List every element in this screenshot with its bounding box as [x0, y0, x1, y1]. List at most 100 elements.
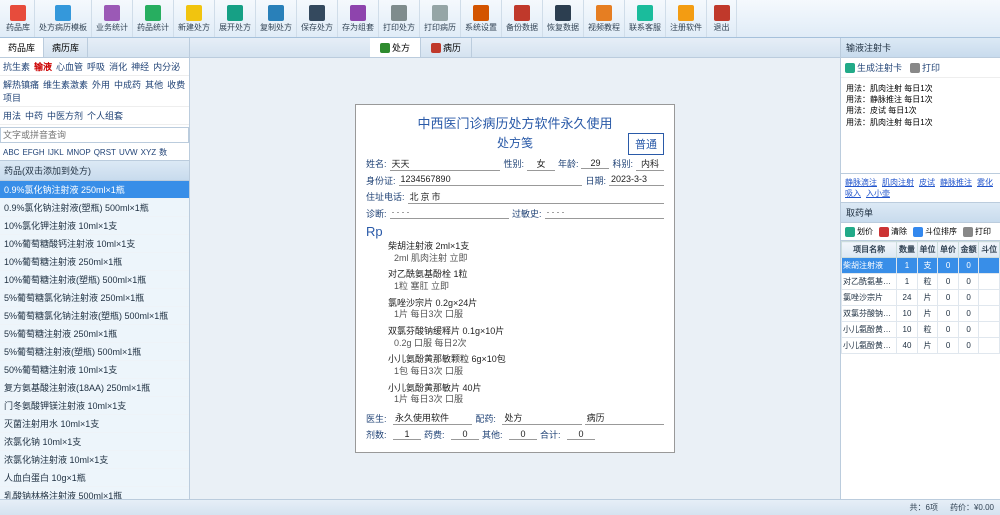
toolbar-视频教程[interactable]: 视频教程 — [584, 0, 625, 37]
link-皮试[interactable]: 皮试 — [919, 178, 935, 187]
toolbar-存为组套[interactable]: 存为组套 — [338, 0, 379, 37]
med-btn-斗位排序[interactable]: 斗位排序 — [913, 226, 957, 237]
cat-内分泌[interactable]: 内分泌 — [153, 62, 180, 72]
toolbar-业务统计[interactable]: 业务统计 — [92, 0, 133, 37]
other-value[interactable]: 0 — [509, 429, 537, 440]
center-tab-处方[interactable]: 处方 — [370, 38, 421, 57]
center-tab-病历[interactable]: 病历 — [421, 38, 472, 57]
diag-value[interactable]: ···· — [390, 207, 509, 219]
cat-呼吸[interactable]: 呼吸 — [87, 62, 105, 72]
drug-item[interactable]: 0.9%氯化钠注射液(塑瓶) 500ml×1瓶 — [0, 199, 189, 217]
link-肌肉注射[interactable]: 肌肉注射 — [882, 178, 914, 187]
toolbar-药品库[interactable]: 药品库 — [2, 0, 35, 37]
drug-item[interactable]: 浓氯化钠注射液 10ml×1支 — [0, 451, 189, 469]
allergy-value[interactable]: ···· — [545, 207, 664, 219]
toolbar-打印病历[interactable]: 打印病历 — [420, 0, 461, 37]
cat-神经[interactable]: 神经 — [131, 62, 149, 72]
toolbar-备份数据[interactable]: 备份数据 — [502, 0, 543, 37]
med-col-项目名称[interactable]: 项目名称 — [842, 242, 897, 258]
drug-item[interactable]: 人血白蛋白 10g×1瓶 — [0, 469, 189, 487]
cat-消化[interactable]: 消化 — [109, 62, 127, 72]
inject-btn-生成注射卡[interactable]: 生成注射卡 — [845, 61, 902, 74]
cat-用法[interactable]: 用法 — [3, 111, 21, 121]
cat-维生素激素[interactable]: 维生素激素 — [43, 80, 88, 90]
med-row[interactable]: 小儿氨酚黄…40片00 — [842, 338, 1000, 354]
toolbar-联系客服[interactable]: 联系客服 — [625, 0, 666, 37]
age-value[interactable]: 29 — [581, 158, 609, 169]
rx-drug-name[interactable]: 柴胡注射液 2ml×1支 — [388, 241, 664, 253]
rx-drug-name[interactable]: 小儿氨酚黄那敏片 40片 — [388, 383, 664, 395]
toolbar-新建处方[interactable]: 新建处方 — [174, 0, 215, 37]
toolbar-保存处方[interactable]: 保存处方 — [297, 0, 338, 37]
name-value[interactable]: 天天 — [390, 157, 501, 171]
drug-search-input[interactable] — [0, 127, 189, 143]
toolbar-展开处方[interactable]: 展开处方 — [215, 0, 256, 37]
med-row[interactable]: 柴胡注射液1支00 — [842, 258, 1000, 274]
cat-中医方剂[interactable]: 中医方剂 — [47, 111, 83, 121]
drug-item[interactable]: 复方氨基酸注射液(18AA) 250ml×1瓶 — [0, 379, 189, 397]
alpha-QRST[interactable]: QRST — [94, 148, 116, 157]
med-col-斗位[interactable]: 斗位 — [979, 242, 1000, 258]
total-value[interactable]: 0 — [567, 429, 595, 440]
date-value[interactable]: 2023-3-3 — [609, 174, 664, 186]
disp-value[interactable]: 处方 — [502, 411, 581, 425]
med-row[interactable]: 双氯芬酸钠…10片00 — [842, 306, 1000, 322]
link-静脉滴注[interactable]: 静脉滴注 — [845, 178, 877, 187]
drug-item[interactable]: 5%葡萄糖氯化钠注射液 250ml×1瓶 — [0, 289, 189, 307]
alpha-EFGH[interactable]: EFGH — [22, 148, 44, 157]
link-入小壶[interactable]: 入小壶 — [866, 189, 890, 198]
drug-item[interactable]: 10%葡萄糖注射液 250ml×1瓶 — [0, 253, 189, 271]
med-row[interactable]: 氯唑沙宗片24片00 — [842, 290, 1000, 306]
cat-心血管[interactable]: 心血管 — [56, 62, 83, 72]
rx-drug-name[interactable]: 小儿氨酚黄那敏颗粒 6g×10包 — [388, 354, 664, 366]
drug-item[interactable]: 10%葡萄糖酸钙注射液 10ml×1支 — [0, 235, 189, 253]
cat-中成药[interactable]: 中成药 — [114, 80, 141, 90]
med-col-金额[interactable]: 金额 — [958, 242, 979, 258]
med-row[interactable]: 对乙酰氨基…1粒00 — [842, 274, 1000, 290]
toolbar-打印处方[interactable]: 打印处方 — [379, 0, 420, 37]
inject-btn-打印[interactable]: 打印 — [910, 61, 940, 74]
drug-item[interactable]: 5%葡萄糖注射液(塑瓶) 500ml×1瓶 — [0, 343, 189, 361]
toolbar-复制处方[interactable]: 复制处方 — [256, 0, 297, 37]
drug-item[interactable]: 10%葡萄糖注射液(塑瓶) 500ml×1瓶 — [0, 271, 189, 289]
med-col-单价[interactable]: 单价 — [938, 242, 959, 258]
toolbar-恢复数据[interactable]: 恢复数据 — [543, 0, 584, 37]
drug-item[interactable]: 5%葡萄糖氯化钠注射液(塑瓶) 500ml×1瓶 — [0, 307, 189, 325]
med-btn-清除[interactable]: 清除 — [879, 226, 907, 237]
link-静脉推注[interactable]: 静脉推注 — [940, 178, 972, 187]
cat-抗生素[interactable]: 抗生素 — [3, 62, 30, 72]
alpha-UVW[interactable]: UVW — [119, 148, 138, 157]
cat-中药[interactable]: 中药 — [25, 111, 43, 121]
left-tab-病历库[interactable]: 病历库 — [44, 38, 88, 57]
rx-drug-name[interactable]: 双氯芬酸钠缓释片 0.1g×10片 — [388, 326, 664, 338]
rx-drug-name[interactable]: 对乙酰氨基酚栓 1粒 — [388, 269, 664, 281]
med-col-单位[interactable]: 单位 — [917, 242, 938, 258]
cat-输液[interactable]: 输液 — [34, 62, 52, 72]
drug-item[interactable]: 灭菌注射用水 10ml×1支 — [0, 415, 189, 433]
drug-item[interactable]: 门冬氨酸钾镁注射液 10ml×1支 — [0, 397, 189, 415]
drug-item[interactable]: 乳酸钠林格注射液 500ml×1瓶 — [0, 487, 189, 499]
med-row[interactable]: 小儿氨酚黄…10粒00 — [842, 322, 1000, 338]
sex-value[interactable]: 女 — [527, 157, 555, 171]
dept-value[interactable]: 内科 — [636, 157, 664, 171]
toolbar-退出[interactable]: 退出 — [707, 0, 737, 37]
id-value[interactable]: 1234567890 — [399, 174, 583, 186]
left-tab-药品库[interactable]: 药品库 — [0, 38, 44, 57]
alpha-XYZ[interactable]: XYZ — [141, 148, 157, 157]
cat-个人组套[interactable]: 个人组套 — [87, 111, 123, 121]
med-btn-划价[interactable]: 划价 — [845, 226, 873, 237]
drug-item[interactable]: 10%氯化钾注射液 10ml×1支 — [0, 217, 189, 235]
cat-外用[interactable]: 外用 — [92, 80, 110, 90]
toolbar-系统设置[interactable]: 系统设置 — [461, 0, 502, 37]
drug-item[interactable]: 浓氯化钠 10ml×1支 — [0, 433, 189, 451]
dose-value[interactable]: 1 — [393, 429, 421, 440]
alpha-MNOP[interactable]: MNOP — [67, 148, 91, 157]
doctor-value[interactable]: 永久使用软件 — [393, 411, 472, 425]
toolbar-处方病历模板[interactable]: 处方病历模板 — [35, 0, 92, 37]
cost-value[interactable]: 0 — [451, 429, 479, 440]
cat-其他[interactable]: 其他 — [145, 80, 163, 90]
toolbar-药品统计[interactable]: 药品统计 — [133, 0, 174, 37]
phone-value[interactable]: 北京市 — [408, 190, 664, 204]
rx-drug-name[interactable]: 氯唑沙宗片 0.2g×24片 — [388, 298, 664, 310]
alpha-ABC[interactable]: ABC — [3, 148, 19, 157]
